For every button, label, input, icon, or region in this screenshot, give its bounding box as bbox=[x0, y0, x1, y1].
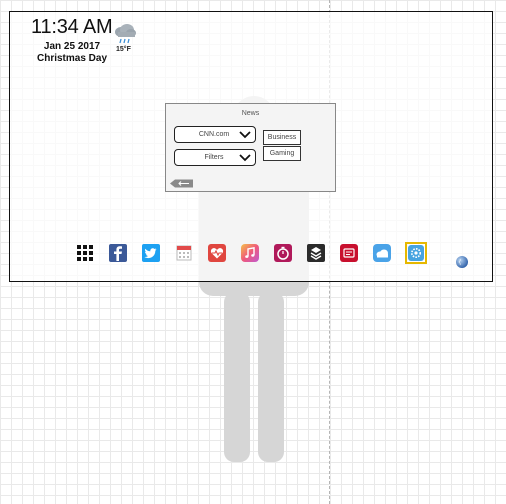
chevron-down-icon bbox=[239, 154, 251, 162]
news-icon[interactable] bbox=[339, 243, 359, 263]
timer-icon[interactable] bbox=[273, 243, 293, 263]
date-label: Jan 25 2017 bbox=[43, 41, 101, 52]
settings-icon[interactable] bbox=[405, 242, 427, 264]
apps-grid-icon[interactable] bbox=[75, 243, 95, 263]
calendar-icon[interactable] bbox=[174, 243, 194, 263]
news-source-value: CNN.com bbox=[198, 131, 230, 138]
weather-app-icon[interactable] bbox=[372, 243, 392, 263]
holiday-label: Christmas Day bbox=[36, 53, 108, 64]
category-gaming-button[interactable]: Gaming bbox=[263, 146, 301, 161]
music-icon[interactable] bbox=[240, 243, 260, 263]
news-widget: News CNN.com Filters Business Gaming bbox=[165, 103, 336, 192]
layers-icon[interactable] bbox=[306, 243, 326, 263]
filters-value: Filters bbox=[204, 154, 224, 161]
category-business-button[interactable]: Business bbox=[263, 130, 301, 145]
news-widget-title: News bbox=[241, 110, 260, 117]
screen-frame: 11:34 AM 15°F Jan 25 2017 Christmas Day … bbox=[9, 11, 493, 282]
temperature: 15°F bbox=[116, 46, 131, 53]
chevron-down-icon bbox=[239, 131, 251, 139]
clock-time: 11:34 AM bbox=[31, 16, 113, 38]
globe-icon[interactable] bbox=[455, 255, 469, 269]
filters-dropdown[interactable]: Filters bbox=[174, 149, 256, 166]
twitter-icon[interactable] bbox=[141, 243, 161, 263]
back-arrow-icon[interactable] bbox=[169, 179, 194, 188]
health-icon[interactable] bbox=[207, 243, 227, 263]
rain-cloud-icon bbox=[115, 24, 136, 44]
facebook-icon[interactable] bbox=[108, 243, 128, 263]
news-source-dropdown[interactable]: CNN.com bbox=[174, 126, 256, 143]
